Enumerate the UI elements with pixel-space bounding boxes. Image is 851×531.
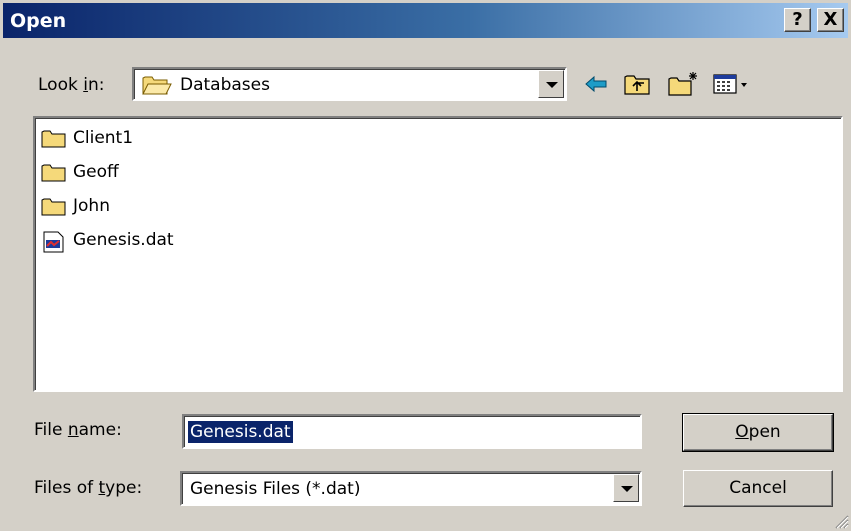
open-folder-icon bbox=[142, 76, 172, 95]
file-name-value: Genesis.dat bbox=[188, 421, 293, 443]
file-type-value: Genesis Files (*.dat) bbox=[190, 479, 361, 499]
close-button[interactable]: X bbox=[817, 8, 844, 32]
view-menu-icon[interactable] bbox=[712, 70, 752, 98]
file-name-input[interactable]: Genesis.dat bbox=[182, 414, 642, 449]
open-dialog: Open ? X Look in: Databases Client1 Geof… bbox=[0, 0, 851, 531]
look-in-dropdown[interactable]: Databases bbox=[132, 67, 567, 101]
open-button[interactable]: Open bbox=[682, 413, 834, 452]
file-type-label: Files of type: bbox=[34, 478, 143, 498]
file-type-dropdown[interactable]: Genesis Files (*.dat) bbox=[180, 471, 642, 506]
file-name-label: File name: bbox=[34, 420, 122, 440]
folder-icon bbox=[41, 130, 66, 148]
file-name: Geoff bbox=[73, 162, 119, 182]
folder-icon bbox=[41, 164, 66, 182]
look-in-dropdown-button[interactable] bbox=[538, 70, 564, 98]
help-button[interactable]: ? bbox=[784, 8, 811, 32]
file-type-dropdown-button[interactable] bbox=[613, 474, 639, 502]
up-folder-icon[interactable] bbox=[622, 70, 652, 98]
file-name: John bbox=[73, 196, 110, 216]
title-bar[interactable]: Open ? X bbox=[3, 3, 848, 38]
cancel-button[interactable]: Cancel bbox=[683, 470, 833, 507]
look-in-value: Databases bbox=[180, 75, 270, 95]
file-name: Genesis.dat bbox=[73, 230, 174, 250]
folder-icon bbox=[41, 198, 66, 216]
resize-grip-icon[interactable] bbox=[833, 513, 849, 529]
back-icon[interactable] bbox=[582, 70, 610, 98]
new-folder-icon[interactable] bbox=[666, 70, 700, 98]
file-list[interactable]: Client1 Geoff John Genesis.dat bbox=[33, 116, 843, 392]
window-title: Open bbox=[10, 10, 67, 32]
data-file-icon bbox=[43, 231, 64, 253]
file-name: Client1 bbox=[73, 128, 134, 148]
look-in-label: Look in: bbox=[38, 75, 105, 95]
